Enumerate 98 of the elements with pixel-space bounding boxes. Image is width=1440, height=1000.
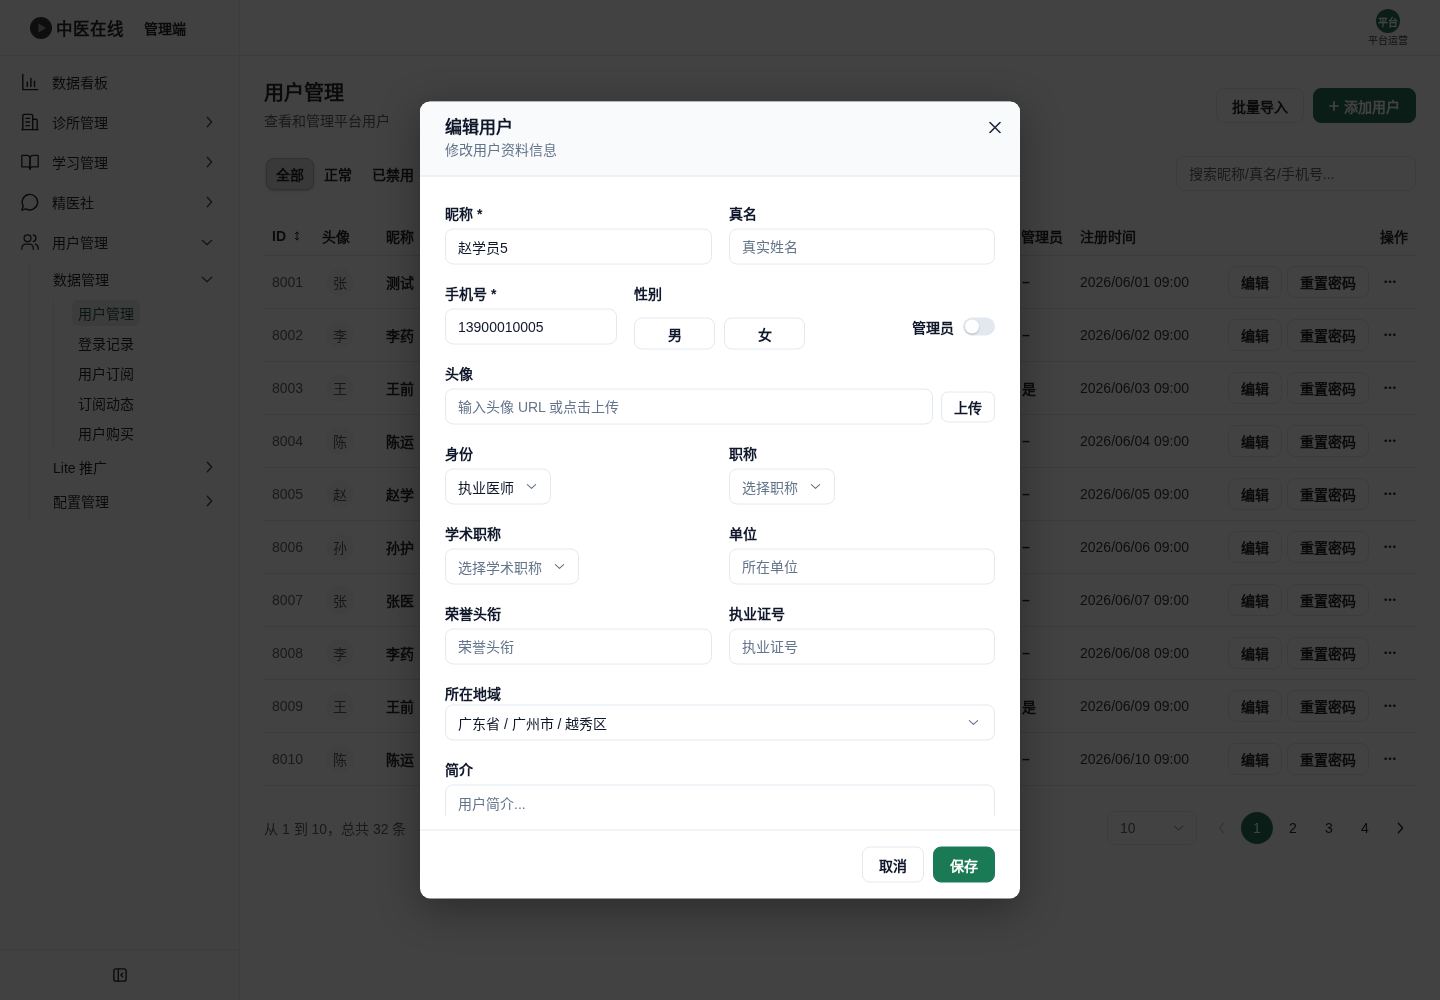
more-icon[interactable]	[1384, 545, 1396, 549]
cancel-button[interactable]: 取消	[862, 846, 924, 883]
chevron-right-icon[interactable]	[1397, 822, 1404, 834]
chevron-down-icon	[526, 483, 537, 490]
page-title: 用户管理	[264, 81, 345, 106]
text-field[interactable]: 真实姓名	[728, 228, 995, 265]
page-button[interactable]: 2	[1277, 812, 1309, 844]
text-field[interactable]: 执业证号	[728, 628, 995, 665]
edit-button[interactable]: 编辑	[1228, 637, 1282, 669]
text-field[interactable]: 所在单位	[728, 548, 995, 585]
close-icon[interactable]	[989, 121, 1001, 134]
edit-button[interactable]: 编辑	[1228, 743, 1282, 775]
logo-icon	[30, 16, 52, 39]
select-field[interactable]: 选择学术职称	[445, 548, 579, 585]
field-label: 昵称 *	[445, 204, 484, 224]
table-cell-text: –	[1021, 433, 1031, 449]
chevron-down-icon	[809, 483, 821, 490]
field-label: 头像	[445, 364, 474, 384]
table-cell-text: –	[1021, 539, 1031, 555]
dialog-title: 编辑用户	[445, 116, 514, 139]
more-icon[interactable]	[1384, 280, 1396, 284]
field-label: 单位	[728, 524, 758, 544]
building-icon	[21, 113, 39, 131]
toggle-switch[interactable]	[963, 317, 995, 336]
reset-password-button[interactable]: 重置密码	[1287, 743, 1369, 775]
chevron-down-icon	[554, 563, 565, 570]
table-cell-text: –	[1021, 751, 1031, 767]
more-icon[interactable]	[1384, 333, 1396, 337]
upload-button[interactable]: 上传	[941, 391, 995, 422]
bar-chart-icon	[21, 73, 39, 91]
more-icon[interactable]	[1384, 386, 1396, 390]
field-label: 手机号 *	[445, 284, 498, 304]
reset-password-button[interactable]: 重置密码	[1287, 478, 1369, 510]
field-label: 简介	[445, 760, 474, 780]
column-header: 操作	[1380, 227, 1408, 246]
book-icon	[21, 153, 39, 171]
table-cell-text: –	[1021, 274, 1031, 290]
edit-button[interactable]: 编辑	[1228, 584, 1282, 616]
select-field[interactable]: 选择职称	[728, 468, 835, 505]
field-label: 职称	[728, 444, 758, 464]
field-label: 真名	[728, 204, 758, 224]
field-label: 荣誉头衔	[445, 604, 502, 624]
textarea-field[interactable]: 用户简介...	[445, 784, 995, 816]
column-header: 注册时间	[1080, 227, 1136, 246]
more-icon[interactable]	[1384, 598, 1396, 602]
edit-button[interactable]: 编辑	[1228, 372, 1282, 404]
edit-button[interactable]: 编辑	[1228, 690, 1282, 722]
text-field[interactable]: 荣誉头衔	[445, 628, 712, 665]
more-icon[interactable]	[1384, 439, 1396, 443]
table-cell-text: –	[1021, 327, 1031, 343]
table-cell-text: –	[1021, 486, 1031, 502]
more-icon[interactable]	[1384, 704, 1396, 708]
text-field[interactable]: 13900010005	[445, 308, 617, 345]
chevron-down-icon	[968, 719, 979, 726]
edit-button[interactable]: 编辑	[1228, 425, 1282, 457]
field-label: 身份	[445, 444, 474, 464]
reset-password-button[interactable]: 重置密码	[1287, 690, 1369, 722]
page-button[interactable]: 3	[1313, 812, 1345, 844]
more-icon[interactable]	[1384, 757, 1396, 761]
table-cell-text: –	[1021, 592, 1031, 608]
field-label: 性别	[634, 284, 663, 304]
field-label: 学术职称	[445, 524, 502, 544]
plus-icon	[1329, 100, 1339, 111]
chat-bubble-icon	[21, 193, 39, 211]
users-icon	[21, 233, 39, 251]
option-button[interactable]: 女	[724, 317, 805, 350]
column-header[interactable]: ID	[272, 227, 300, 244]
reset-password-button[interactable]: 重置密码	[1287, 531, 1369, 563]
chevron-down-icon	[1173, 825, 1184, 831]
select-field[interactable]: 广东省 / 广州市 / 越秀区	[445, 704, 995, 741]
select-field[interactable]: 执业医师	[445, 468, 551, 505]
sort-icon	[294, 230, 300, 241]
filter-tab[interactable]: 正常	[314, 157, 362, 190]
page-button[interactable]: 4	[1349, 812, 1381, 844]
text-field[interactable]: 输入头像 URL 或点击上传	[445, 388, 933, 425]
field-label: 执业证号	[728, 604, 786, 624]
option-button[interactable]: 男	[634, 317, 715, 350]
more-icon[interactable]	[1384, 492, 1396, 496]
import-button[interactable]: 批量导入	[1216, 88, 1304, 123]
reset-password-button[interactable]: 重置密码	[1287, 372, 1369, 404]
reset-password-button[interactable]: 重置密码	[1287, 266, 1369, 298]
edit-button[interactable]: 编辑	[1228, 266, 1282, 298]
edit-button[interactable]: 编辑	[1228, 531, 1282, 563]
reset-password-button[interactable]: 重置密码	[1287, 425, 1369, 457]
edit-button[interactable]: 编辑	[1228, 319, 1282, 351]
sidebar-toggle-icon[interactable]	[112, 968, 127, 982]
column-header: 头像	[322, 227, 350, 246]
reset-password-button[interactable]: 重置密码	[1287, 637, 1369, 669]
more-icon[interactable]	[1384, 651, 1396, 655]
save-button[interactable]: 保存	[933, 846, 995, 883]
text-field[interactable]: 赵学员5	[445, 228, 712, 265]
dialog-subtitle: 修改用户资料信息	[445, 140, 558, 160]
field-label: 所在地域	[445, 684, 502, 704]
field-label: 管理员	[912, 318, 954, 337]
reset-password-button[interactable]: 重置密码	[1287, 319, 1369, 351]
table-cell-text: –	[1021, 645, 1031, 661]
edit-button[interactable]: 编辑	[1228, 478, 1282, 510]
reset-password-button[interactable]: 重置密码	[1287, 584, 1369, 616]
